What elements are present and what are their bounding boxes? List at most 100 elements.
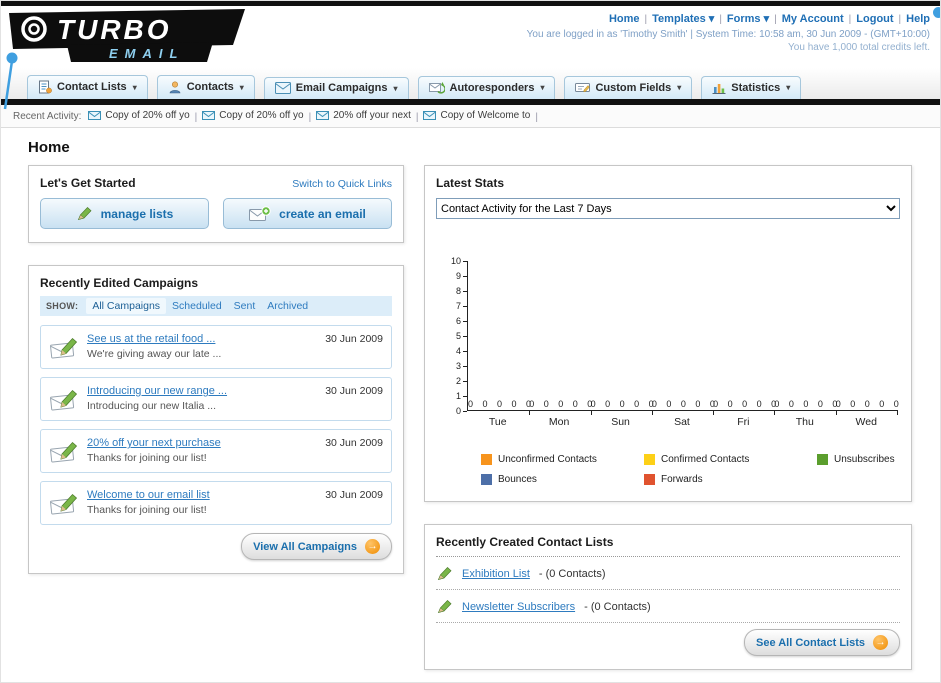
legend-item-unconfirmed-contacts: Unconfirmed Contacts [481,454,644,465]
page-title: Home [28,139,70,156]
contact-list-suffix: - (0 Contacts) [584,600,651,613]
chevron-down-icon: ▾ [677,83,682,92]
button-label: create an email [279,206,366,221]
chart-group: 0 0 0 0 0 [774,261,837,415]
legend-label: Confirmed Contacts [661,454,750,465]
campaign-date: 30 Jun 2009 [325,437,383,449]
chevron-down-icon: ▾ [540,83,545,92]
campaign-title-link[interactable]: Introducing our new range ... [87,385,317,397]
legend-label: Unconfirmed Contacts [498,454,597,465]
contact-list-items: Exhibition List - (0 Contacts) Newsletter … [425,557,911,623]
email-campaigns-icon [274,82,291,94]
pencil-icon [436,566,453,581]
filter-tab-all-campaigns[interactable]: All Campaigns [86,298,167,314]
tab-statistics[interactable]: Statistics ▾ [701,76,802,99]
chart-group: 0 0 0 0 0 [468,261,531,415]
contact-list-suffix: - (0 Contacts) [538,567,606,580]
chevron-down-icon: ▾ [132,82,137,92]
stats-period-select[interactable]: Contact Activity for the Last 7 Days [436,198,900,219]
campaign-subtitle: We're giving away our late ... [87,348,222,360]
y-axis-tick: 9 [456,271,467,281]
campaign-row: Introducing our new range ... Introducing… [40,377,392,421]
contact-list-link[interactable]: Newsletter Subscribers [462,601,575,613]
tab-email-campaigns[interactable]: Email Campaigns ▾ [263,77,409,99]
switch-quick-links-link[interactable]: Switch to Quick Links [292,178,392,190]
contact-list-link[interactable]: Exhibition List [462,568,530,580]
legend-label: Unsubscribes [834,454,895,465]
custom-fields-icon [575,81,591,94]
tab-label: Statistics [731,81,781,94]
recent-activity-item[interactable]: Copy of 20% off yo [202,110,304,121]
top-link-my-account[interactable]: My Account [782,13,844,25]
y-tick-label: 6 [455,316,461,326]
top-link-logout[interactable]: Logout [856,13,893,25]
tab-autoresponders[interactable]: Autoresponders ▾ [417,76,556,99]
bar-value-labels: 0 0 0 0 0 [529,399,596,409]
tab-label: Email Campaigns [295,82,388,94]
logo-text-turbo: TURBO [57,14,172,45]
campaign-subtitle: Thanks for joining our list! [87,452,207,464]
view-all-campaigns-button[interactable]: View All Campaigns → [241,533,392,560]
decorative-pin [3,52,18,110]
get-started-buttons: manage lists create an email [29,194,403,242]
campaign-row: 20% off your next purchase Thanks for joi… [40,429,392,473]
top-link-home[interactable]: Home [609,13,640,25]
header: TURBO EMAIL Home | Templates ▾ | Forms ▾ | My … [1,6,940,68]
recent-activity-item[interactable]: Copy of Welcome to [423,110,530,121]
top-link-forms[interactable]: Forms ▾ [727,13,769,25]
contact-list-item: Newsletter Subscribers - (0 Contacts) [436,590,900,623]
tab-custom-fields[interactable]: Custom Fields ▾ [564,76,693,99]
y-tick-label: 4 [455,346,461,356]
campaign-title-link[interactable]: See us at the retail food ... [87,333,317,345]
autoresponders-icon [428,81,445,94]
y-tick-label: 3 [455,361,461,371]
bar-value-labels: 0 0 0 0 0 [590,399,658,409]
envelope-pencil-icon [49,387,79,412]
filter-tab-scheduled[interactable]: Scheduled [166,298,228,314]
chevron-down-icon: ▾ [393,83,398,93]
filter-tab-sent[interactable]: Sent [228,298,262,314]
activity-item-label: Copy of 20% off yo [105,109,190,121]
pencil-icon [436,599,453,614]
envelope-pencil-icon [49,335,79,360]
activity-item-label: 20% off your next [333,109,411,121]
top-link-templates[interactable]: Templates ▾ [652,13,714,25]
tab-contacts[interactable]: Contacts ▾ [156,75,255,99]
y-tick-label: 7 [455,301,461,311]
chart-group: 0 0 0 0 0 [590,261,658,415]
get-started-panel: Let's Get Started Switch to Quick Links … [28,165,404,243]
campaign-row: See us at the retail food ... We're givin… [40,325,392,369]
latest-stats-title: Latest Stats [436,176,505,190]
envelope-small-icon [423,110,437,120]
latest-stats-panel: Latest Stats Contact Activity for the La… [424,165,912,502]
envelope-small-icon [316,110,330,120]
forwards-swatch [644,474,655,485]
top-link-help[interactable]: Help [906,13,930,25]
y-axis-tick: 6 [456,316,467,326]
campaign-row: Welcome to our email list Thanks for join… [40,481,392,525]
chart-group: 0 0 0 0 0 [652,261,715,415]
campaign-subtitle: Introducing our new Italia ... [87,400,216,412]
legend-item-confirmed-contacts: Confirmed Contacts [644,454,817,465]
campaign-title-link[interactable]: Welcome to our email list [87,489,317,501]
manage-lists-button[interactable]: manage lists [40,198,209,229]
create-an-email-button[interactable]: create an email [223,198,392,229]
campaign-title-link[interactable]: 20% off your next purchase [87,437,317,449]
view-all-campaigns-label: View All Campaigns [253,540,357,553]
app-logo: TURBO EMAIL [5,8,257,68]
recent-activity-item[interactable]: 20% off your next [316,110,411,121]
envelope-small-icon [88,110,102,120]
see-all-contact-lists-button[interactable]: See All Contact Lists → [743,629,900,656]
recent-activity-item[interactable]: Copy of 20% off yo [88,109,190,121]
chart-plot-wrap: 0 0 0 0 00 0 0 0 00 0 0 0 00 0 0 0 00 0 … [467,261,899,428]
y-axis-tick: 0 [456,406,467,416]
tab-contact-lists[interactable]: Contact Lists ▾ [27,75,148,99]
legend-label: Forwards [661,474,703,485]
contact-activity-chart: 0 1 2 3 4 5 6 7 8 9 10 0 0 0 0 00 0 0 0 00 0 0 0 0… [441,256,899,428]
chevron-down-icon: ▾ [239,82,244,92]
tab-label: Custom Fields [595,81,672,94]
filter-tab-archived[interactable]: Archived [261,298,314,314]
y-axis-tick: 7 [456,301,467,311]
chevron-down-icon: ▾ [786,83,791,92]
chart-x-axis: Tue Mon Sun Sat Fri Thu Wed [467,411,897,428]
